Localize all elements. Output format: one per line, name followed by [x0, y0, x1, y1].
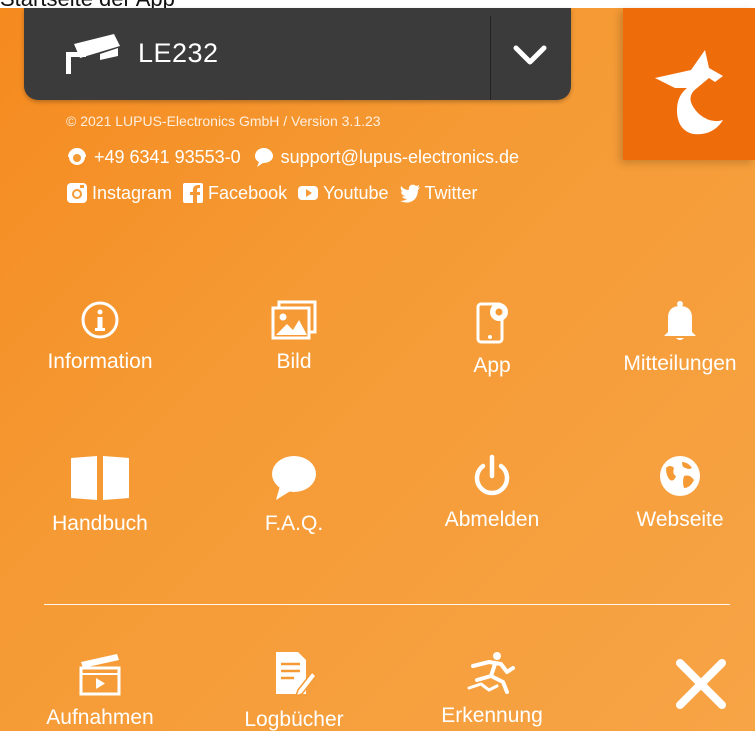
menu-item-faq[interactable]: F.A.Q. — [214, 454, 374, 536]
twitter-label: Twitter — [424, 182, 478, 203]
top-status-strip: Startseite der App — [0, 0, 755, 8]
camera-bar-divider — [490, 16, 491, 100]
copyright-text: © 2021 LUPUS-Electronics GmbH / Version … — [66, 113, 381, 129]
phone-number[interactable]: +49 6341 93553-0 — [94, 147, 241, 168]
facebook-icon — [183, 183, 204, 203]
menu-label-faq: F.A.Q. — [264, 512, 324, 535]
instagram-label: Instagram — [92, 182, 173, 203]
speech-bubble-icon — [272, 456, 316, 500]
close-icon[interactable] — [672, 655, 730, 713]
logbook-icon — [276, 652, 316, 698]
facebook-label: Facebook — [208, 182, 288, 203]
contact-row: +49 6341 93553-0 support@lupus-electroni… — [66, 146, 519, 168]
menu-item-app[interactable]: App — [412, 300, 572, 378]
menu-label-app: App — [473, 354, 511, 377]
camera-selector[interactable]: LE232 — [24, 8, 571, 100]
chevron-down-icon[interactable] — [510, 36, 550, 76]
menu-item-abmelden[interactable]: Abmelden — [412, 454, 572, 532]
lupus-logo[interactable] — [623, 8, 755, 160]
menu-item-webseite[interactable]: Webseite — [600, 454, 755, 532]
camera-name: LE232 — [138, 38, 219, 68]
instagram-link[interactable]: Instagram — [66, 182, 172, 204]
top-partial-text: Startseite der App — [0, 0, 175, 8]
youtube-link[interactable]: Youtube — [297, 182, 389, 204]
clapperboard-icon — [79, 654, 121, 696]
chat-bubble-icon — [254, 148, 273, 167]
globe-icon — [660, 456, 700, 496]
menu-label-aufnahmen: Aufnahmen — [46, 706, 154, 729]
app-settings-icon — [476, 302, 508, 344]
menu-label-erkennung: Erkennung — [441, 704, 543, 727]
image-icon — [271, 300, 317, 340]
menu-label-bild: Bild — [276, 350, 312, 373]
menu-item-logbuecher[interactable]: Logbücher — [214, 650, 374, 731]
menu-label-information: Information — [47, 350, 153, 373]
twitter-icon — [399, 184, 420, 203]
social-links: Instagram Facebook Youtube Twitter — [66, 182, 488, 204]
menu-item-information[interactable]: Information — [20, 300, 180, 374]
instagram-icon — [67, 183, 87, 203]
motion-detection-icon — [467, 652, 515, 694]
menu-item-aufnahmen[interactable]: Aufnahmen — [20, 650, 180, 730]
support-agent-icon — [68, 148, 86, 165]
youtube-icon — [298, 186, 319, 200]
book-icon — [71, 456, 129, 500]
power-icon — [474, 454, 510, 496]
bell-icon — [664, 301, 696, 340]
menu-item-mitteilungen[interactable]: Mitteilungen — [600, 300, 755, 376]
menu-label-abmelden: Abmelden — [444, 508, 540, 531]
info-icon — [81, 301, 119, 339]
menu-item-handbuch[interactable]: Handbuch — [20, 454, 180, 536]
twitter-link[interactable]: Twitter — [399, 182, 478, 204]
menu-item-bild[interactable]: Bild — [214, 300, 374, 374]
menu-divider — [44, 604, 730, 605]
menu-label-handbuch: Handbuch — [52, 512, 148, 535]
lupus-wolf-logo — [655, 50, 723, 135]
menu-label-webseite: Webseite — [636, 508, 724, 531]
camera-icon — [66, 34, 120, 74]
menu-label-logbuecher: Logbücher — [244, 708, 344, 731]
menu-item-erkennung[interactable]: Erkennung — [412, 650, 572, 728]
support-email[interactable]: support@lupus-electronics.de — [281, 147, 519, 168]
menu-label-mitteilungen: Mitteilungen — [623, 352, 737, 375]
youtube-label: Youtube — [323, 182, 389, 203]
facebook-link[interactable]: Facebook — [182, 182, 287, 204]
